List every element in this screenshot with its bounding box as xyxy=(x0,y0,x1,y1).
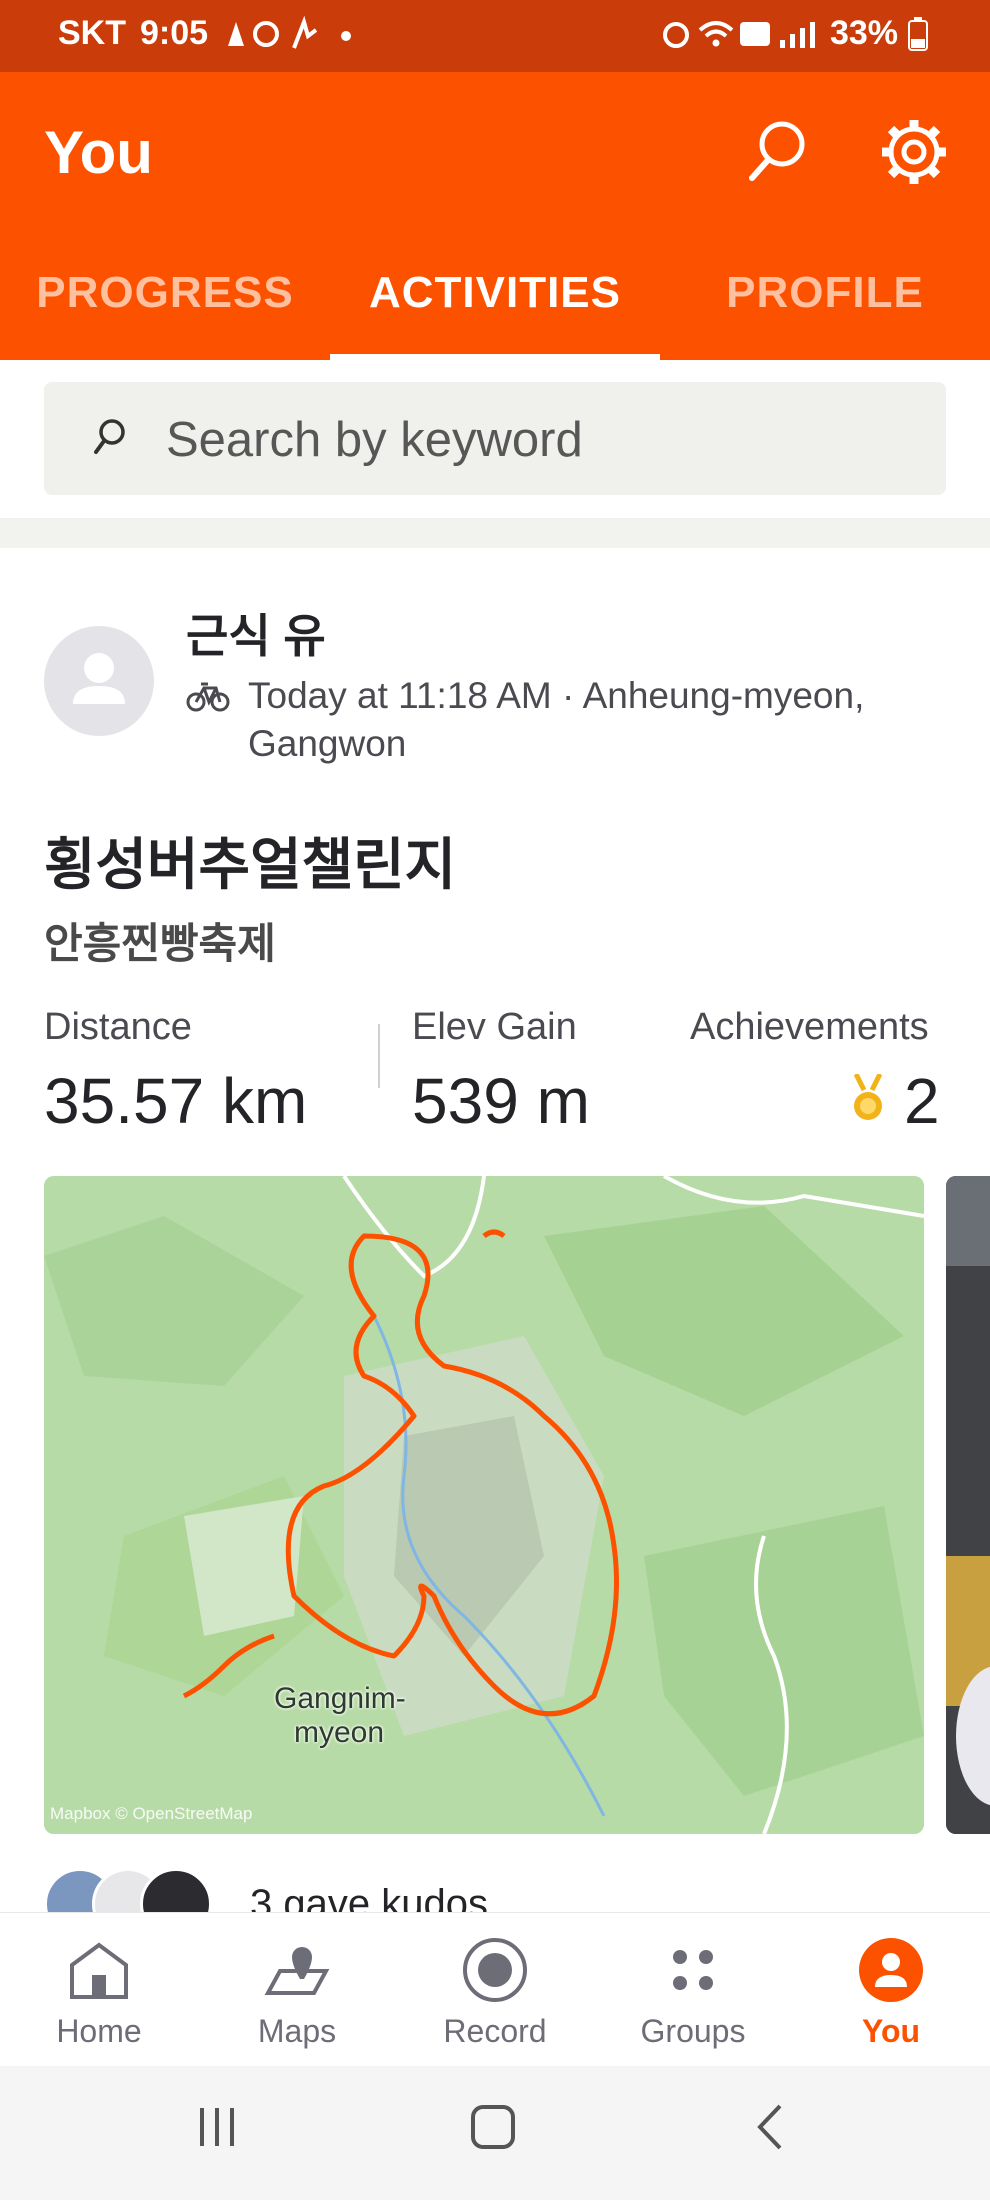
nav-you-label: You xyxy=(861,2013,921,2049)
search-placeholder: Search by keyword xyxy=(166,413,583,467)
activity-photo[interactable] xyxy=(946,1176,990,1834)
tab-progress[interactable]: PROGRESS xyxy=(0,262,330,360)
system-status-icons xyxy=(662,20,815,48)
divider xyxy=(0,518,990,548)
battery-icon xyxy=(908,16,928,51)
status-bar: SKT 9:05 33% xyxy=(0,0,990,72)
athlete-name[interactable]: 근식 유 xyxy=(186,600,326,666)
nav-groups-label: Groups xyxy=(640,2013,746,2049)
nav-record[interactable]: Record xyxy=(396,1913,594,2067)
settings-button[interactable] xyxy=(876,114,952,190)
elev-gain-value: 539 m xyxy=(412,1065,590,1137)
map-place-label: Gangnim- myeon xyxy=(274,1682,406,1749)
map-canvas xyxy=(44,1176,924,1834)
search-icon xyxy=(94,419,125,454)
gear-icon xyxy=(882,120,946,184)
map-credit: Mapbox © OpenStreetMap xyxy=(50,1804,253,1823)
page-title: You xyxy=(44,119,153,186)
nav-maps-label: Maps xyxy=(257,2013,337,2049)
route-map[interactable]: Gangnim- myeon Mapbox © OpenStreetMap xyxy=(44,1176,924,1834)
kudos-row[interactable]: 3 gave kudos xyxy=(44,1864,946,1912)
activity-title[interactable]: 횡성버추얼챌린지 xyxy=(44,820,456,901)
you-icon xyxy=(859,1938,923,2002)
tab-profile[interactable]: PROFILE xyxy=(660,262,990,360)
maps-icon xyxy=(264,1947,330,1995)
carrier-label: SKT xyxy=(58,14,126,52)
app-header: You PROGRESS ACTIVITIES PROFILE xyxy=(0,72,990,360)
activity-meta: Today at 11:18 AM · Anheung-myeon, Gangw… xyxy=(248,675,865,764)
bottom-nav: Home Maps Record Groups You xyxy=(0,1912,990,2067)
notification-icons xyxy=(228,15,352,49)
tab-bar: PROGRESS ACTIVITIES PROFILE xyxy=(0,262,990,360)
stat-divider xyxy=(378,1024,380,1088)
activity-description: 안흥찐빵축제 xyxy=(44,920,276,967)
distance-label: Distance xyxy=(44,1006,192,1048)
nav-you[interactable]: You xyxy=(792,1913,990,2067)
user-icon xyxy=(73,653,125,704)
recent-apps-icon[interactable] xyxy=(190,2100,244,2154)
medal-icon xyxy=(853,1074,883,1120)
kudos-count: 3 gave kudos xyxy=(250,1882,488,1912)
achievements-label: Achievements xyxy=(690,1006,929,1048)
bike-icon xyxy=(186,682,230,712)
status-right: 33% xyxy=(660,14,928,53)
search-input[interactable]: Search by keyword xyxy=(44,382,946,495)
status-left: SKT 9:05 xyxy=(58,14,362,53)
battery-percent: 33% xyxy=(829,14,898,52)
active-tab-indicator xyxy=(330,354,660,360)
tab-activities[interactable]: ACTIVITIES xyxy=(330,262,660,360)
avatar[interactable] xyxy=(44,626,154,736)
search-button[interactable] xyxy=(740,114,816,190)
groups-icon xyxy=(673,1950,713,1990)
elev-gain-label: Elev Gain xyxy=(412,1006,577,1048)
achievements-value: 2 xyxy=(904,1065,940,1137)
photo-preview xyxy=(946,1176,990,1834)
home-nav-icon[interactable] xyxy=(466,2100,520,2154)
nav-maps[interactable]: Maps xyxy=(198,1913,396,2067)
avatar xyxy=(140,1868,212,1912)
search-icon xyxy=(749,121,805,181)
nav-home-label: Home xyxy=(56,2013,142,2049)
record-icon xyxy=(463,1938,527,2002)
nav-home[interactable]: Home xyxy=(0,1913,198,2067)
home-icon xyxy=(70,1942,128,1999)
nav-record-label: Record xyxy=(443,2013,547,2049)
distance-value: 35.57 km xyxy=(44,1065,308,1137)
clock: 9:05 xyxy=(140,14,209,52)
nav-groups[interactable]: Groups xyxy=(594,1913,792,2067)
back-icon[interactable] xyxy=(744,2100,798,2154)
system-navigation-bar xyxy=(0,2066,990,2200)
